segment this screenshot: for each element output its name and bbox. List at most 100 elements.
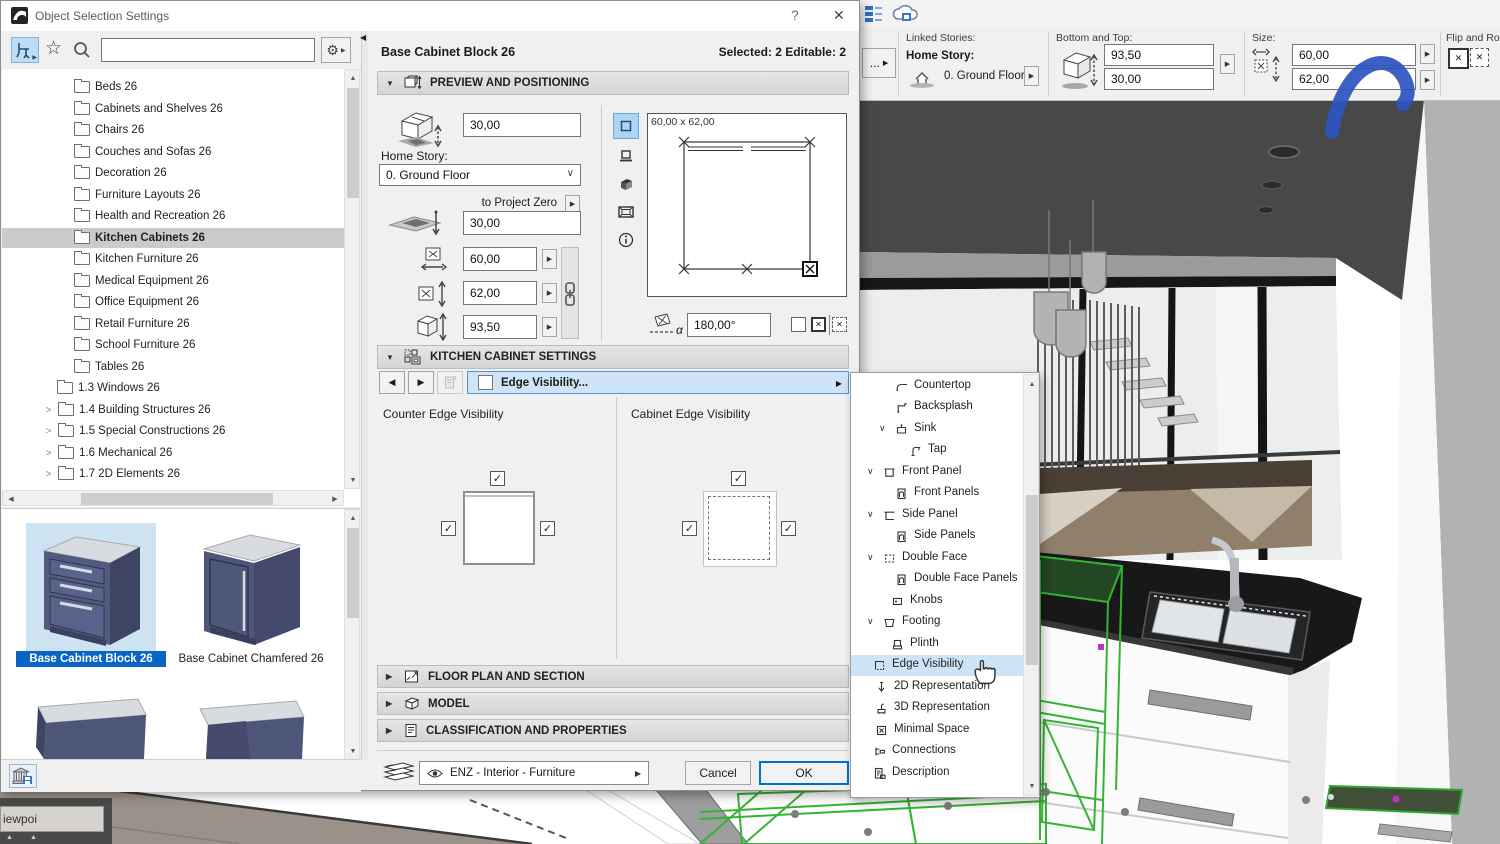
mirror-state-on[interactable]: ✕	[811, 317, 826, 332]
scroll-up-icon[interactable]: ▲	[1024, 378, 1040, 390]
scrollbar-thumb[interactable]	[347, 528, 359, 618]
preview-3d-button[interactable]	[613, 171, 639, 197]
section-floor-plan[interactable]: ▶ FLOOR PLAN AND SECTION	[377, 665, 849, 688]
library-save-icon[interactable]	[9, 764, 37, 788]
chevron-down-icon[interactable]: ∨	[879, 423, 886, 434]
mirror-state-empty[interactable]	[791, 317, 806, 332]
counter-edge-left-checkbox[interactable]: ✓	[441, 521, 456, 536]
home-story-arrow-button[interactable]: ▶	[1024, 66, 1039, 86]
tree-item[interactable]: School Furniture 26	[2, 335, 360, 355]
menu-scrollbar[interactable]: ▲ ▼	[1023, 374, 1039, 796]
depth-arrow-button[interactable]: ▶	[542, 283, 557, 303]
tree-item[interactable]: Furniture Layouts 26	[2, 185, 360, 205]
scroll-down-icon[interactable]: ▼	[345, 745, 360, 757]
menu-item[interactable]: ∨ Footing	[851, 612, 1023, 633]
cabinet-edge-right-checkbox[interactable]: ✓	[781, 521, 796, 536]
thumbnails-scrollbar[interactable]: ▲ ▼	[344, 509, 360, 760]
scroll-right-icon[interactable]: ▶	[329, 491, 341, 507]
menu-item[interactable]: Backsplash	[851, 397, 1023, 418]
section-classification[interactable]: ▶ CLASSIFICATION AND PROPERTIES	[377, 719, 849, 742]
thumbnail-selected[interactable]	[26, 523, 156, 651]
menu-item[interactable]: Connections	[851, 741, 1023, 762]
preview-2d-button[interactable]	[613, 113, 639, 139]
chevron-down-icon[interactable]: ∨	[867, 466, 874, 477]
tree-item[interactable]: >1.4 Building Structures 26	[2, 400, 360, 420]
tree-item[interactable]: Couches and Sofas 26	[2, 142, 360, 162]
menu-item[interactable]: Double Face Panels	[851, 569, 1023, 590]
menu-item[interactable]: ∨ Side Panel	[851, 505, 1023, 526]
tree-item-selected[interactable]: Kitchen Cabinets 26	[2, 228, 360, 248]
bottom-elevation-input[interactable]: 30,00	[1104, 68, 1214, 90]
rotate-state[interactable]: ✕	[832, 317, 847, 332]
menu-item[interactable]: Minimal Space	[851, 720, 1023, 741]
section-model[interactable]: ▶ MODEL	[377, 692, 849, 715]
tree-expand-icon[interactable]: >	[44, 448, 53, 459]
top-elevation-input[interactable]: 93,50	[1104, 44, 1214, 66]
next-page-button[interactable]: ▶	[408, 371, 434, 394]
thumbnail[interactable]	[186, 523, 316, 651]
width-input[interactable]: 60,00	[463, 247, 537, 271]
menu-item-selected[interactable]: Edge Visibility	[851, 655, 1037, 676]
scrollbar-thumb[interactable]	[1026, 495, 1038, 665]
cancel-button[interactable]: Cancel	[685, 761, 751, 785]
teamwork-icon[interactable]	[864, 5, 884, 23]
top-offset-input[interactable]: 30,00	[463, 113, 581, 137]
counter-edge-top-checkbox[interactable]: ✓	[490, 471, 505, 486]
menu-item[interactable]: Plinth	[851, 634, 1023, 655]
cloud-icon[interactable]	[892, 3, 920, 25]
preview-elevation-button[interactable]	[613, 143, 639, 169]
section-preview-positioning[interactable]: ▼ PREVIEW AND POSITIONING	[377, 71, 849, 95]
tree-item[interactable]: >1.5 Special Constructions 26	[2, 421, 360, 441]
viewpoint-tab[interactable]: iewpoi	[0, 806, 104, 832]
search-icon[interactable]	[73, 41, 91, 59]
menu-item[interactable]: ∨ Double Face	[851, 548, 1023, 569]
help-button[interactable]: ?	[791, 7, 799, 23]
tree-item[interactable]: 1.3 Windows 26	[2, 378, 360, 398]
section-kitchen-cabinet-settings[interactable]: ▼ KITCHEN CABINET SETTINGS	[377, 345, 849, 369]
tree-expand-icon[interactable]: >	[44, 469, 53, 480]
bottom-offset-input[interactable]: 30,00	[463, 211, 581, 235]
collapse-pane-icon[interactable]: ◀	[360, 33, 366, 42]
ok-button[interactable]: OK	[759, 761, 849, 785]
close-button[interactable]: ✕	[833, 7, 845, 24]
scrollbar-thumb[interactable]	[81, 493, 273, 505]
bottom-top-arrow-button[interactable]: ▶	[1220, 54, 1235, 74]
tree-item[interactable]: Decoration 26	[2, 163, 360, 183]
settings-gear-button[interactable]: ⚙ ▶	[321, 37, 351, 63]
height-arrow-button[interactable]: ▶	[542, 317, 557, 337]
search-input[interactable]	[101, 38, 315, 62]
menu-item[interactable]: Tap	[851, 440, 1023, 461]
scroll-left-icon[interactable]: ◀	[5, 491, 17, 507]
scroll-down-icon[interactable]: ▼	[1024, 780, 1040, 792]
menu-item[interactable]: Countertop	[851, 376, 1023, 397]
tree-item[interactable]: Tables 26	[2, 357, 360, 377]
window-title-bar[interactable]: Object Selection Settings ? ✕	[1, 1, 859, 32]
angle-input[interactable]: 180,00°	[687, 313, 771, 337]
tree-item[interactable]: >1.6 Mechanical 26	[2, 443, 360, 463]
menu-item[interactable]: ∨ Sink	[851, 419, 1023, 440]
preview-plan-view[interactable]: 60,00 x 62,00	[647, 113, 847, 297]
height-input[interactable]: 93,50	[463, 315, 537, 339]
thumbnail-label-selected[interactable]: Base Cabinet Block 26	[16, 651, 166, 667]
tree-item[interactable]: Cabinets and Shelves 26	[2, 99, 360, 119]
tree-scrollbar-vertical[interactable]: ▲ ▼	[344, 69, 360, 489]
tree-item[interactable]: >1.7 2D Elements 26	[2, 464, 360, 484]
thumbnail[interactable]	[186, 697, 316, 759]
link-dimensions-toggle[interactable]	[561, 247, 579, 339]
width-arrow-button[interactable]: ▶	[542, 249, 557, 269]
settings-page-dropdown[interactable]: Edge Visibility... ▶	[467, 371, 849, 394]
tree-item[interactable]: Retail Furniture 26	[2, 314, 360, 334]
tree-item[interactable]: Office Equipment 26	[2, 292, 360, 312]
tree-item[interactable]: Chairs 26	[2, 120, 360, 140]
menu-item[interactable]: 3D Representation	[851, 698, 1023, 719]
cabinet-edge-top-checkbox[interactable]: ✓	[731, 471, 746, 486]
chevron-down-icon[interactable]: ∨	[867, 616, 874, 627]
depth-input[interactable]: 62,00	[463, 281, 537, 305]
tree-expand-icon[interactable]: >	[44, 405, 53, 416]
preview-info-button[interactable]	[613, 227, 639, 253]
tree-scrollbar-horizontal[interactable]: ◀ ▶	[2, 490, 344, 506]
tree-item[interactable]: Medical Equipment 26	[2, 271, 360, 291]
menu-item[interactable]: Side Panels	[851, 526, 1023, 547]
object-type-button[interactable]: ▶	[11, 37, 39, 63]
menu-item[interactable]: Knobs	[851, 591, 1023, 612]
